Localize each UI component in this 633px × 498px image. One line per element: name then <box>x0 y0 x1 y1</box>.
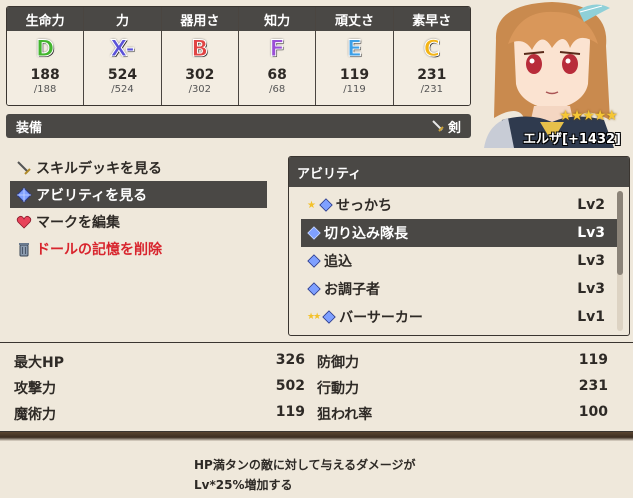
stat-label: 頑丈さ <box>316 7 393 31</box>
derived-stats-row: 魔術力 119 狙われ率 100 <box>14 401 621 427</box>
sword-icon <box>432 120 444 132</box>
stat-strength: 力 X- 524 /524 <box>84 7 162 105</box>
stat-label: 素早さ <box>393 7 470 31</box>
menu-item-view-skill-deck[interactable]: スキルデッキを見る <box>10 154 267 181</box>
stat-value: 119 <box>339 67 370 83</box>
equipment-bar: 装備 剣 <box>6 114 471 138</box>
stat-value: 231 <box>417 67 447 83</box>
rarity-stars: ★★★★★ <box>559 108 618 124</box>
grade-badge: E <box>346 37 362 63</box>
ability-level: Lv2 <box>577 197 605 213</box>
stat-value: 119 <box>275 404 305 420</box>
grade-badge: X- <box>110 37 135 63</box>
stat-label: 魔術力 <box>14 407 56 423</box>
ability-row[interactable]: 追込 Lv3 <box>301 247 617 275</box>
star-badge-icon: ★★ <box>307 312 321 322</box>
stat-label: 最大HP <box>14 355 64 371</box>
stat-label: 力 <box>84 7 161 31</box>
stat-max: /188 <box>33 84 57 95</box>
stat-value: 188 <box>30 67 60 83</box>
stat-value: 231 <box>578 378 608 394</box>
stat-label: 攻撃力 <box>14 381 56 397</box>
equipment-value: 剣 <box>431 117 461 136</box>
grade-badge: C <box>423 37 440 63</box>
menu-label: スキルデッキを見る <box>36 160 162 177</box>
ability-row[interactable]: 切り込み隊長 Lv3 <box>301 219 617 247</box>
equipment-label: 装備 <box>16 120 43 136</box>
menu-label: マークを編集 <box>36 214 120 231</box>
stat-value: 502 <box>275 378 305 394</box>
stat-dexterity: 器用さ B 302 /302 <box>161 7 239 105</box>
action-menu: スキルデッキを見る アビリティを見る マークを編集 ドールの記憶を削除 <box>10 154 267 262</box>
stat-label: 知力 <box>238 7 316 31</box>
stat-max: /119 <box>343 84 366 95</box>
ability-panel: アビリティ ★ せっかち Lv2 切り込み隊長 Lv3 追込 Lv3 お調子者 … <box>288 156 630 336</box>
ability-row[interactable]: ★ せっかち Lv2 <box>301 191 617 219</box>
stat-label: 器用さ <box>161 7 238 31</box>
ability-panel-title: アビリティ <box>289 157 629 187</box>
scrollbar-thumb[interactable] <box>617 191 623 275</box>
ability-name: バーサーカー <box>339 310 423 326</box>
stat-value: 68 <box>267 67 287 83</box>
equipment-type: 剣 <box>447 120 461 136</box>
ability-level: Lv1 <box>577 309 605 325</box>
diamond-icon <box>319 198 333 212</box>
description-line: HP満タンの敵に対して与えるダメージが <box>194 458 416 472</box>
character-name: エルザ[+1432] <box>523 132 621 147</box>
ability-level: Lv3 <box>577 281 605 297</box>
diamond-icon <box>16 186 32 203</box>
diamond-icon <box>307 282 321 296</box>
stat-value: 100 <box>578 404 608 420</box>
stat-label: 防御力 <box>317 355 359 371</box>
ability-row[interactable]: ★★ バーサーカー Lv1 <box>301 303 617 331</box>
ability-name: 追込 <box>324 254 352 270</box>
stat-value: 326 <box>275 352 305 368</box>
menu-item-delete-memory[interactable]: ドールの記憶を削除 <box>10 235 267 262</box>
character-illustration <box>484 2 614 148</box>
stat-agility: 素早さ C 231 /231 <box>393 7 470 105</box>
heart-icon <box>16 215 32 229</box>
ability-level: Lv3 <box>577 225 605 241</box>
stats-table: 生命力 D 188 /188 力 X- 524 /524 器用さ B 302 /… <box>6 6 471 106</box>
stat-value: 119 <box>578 352 608 368</box>
star-badge-icon: ★ <box>307 199 316 211</box>
grade-badge: D <box>36 37 55 63</box>
stat-max: /231 <box>420 84 444 95</box>
stat-label: 生命力 <box>7 7 84 31</box>
diamond-icon <box>307 226 321 240</box>
stat-label: 行動力 <box>317 381 359 397</box>
ability-scrollbar[interactable] <box>617 191 623 331</box>
derived-stats: 最大HP 326 防御力 119 攻撃力 502 行動力 231 魔術力 119 狙われ率… <box>0 342 633 432</box>
menu-label: アビリティを見る <box>36 187 148 204</box>
diamond-icon <box>322 310 336 324</box>
ability-row[interactable]: お調子者 Lv3 <box>301 275 617 303</box>
grade-badge: B <box>191 37 209 63</box>
trash-icon <box>19 242 29 256</box>
diamond-icon <box>307 254 321 268</box>
stat-toughness: 頑丈さ E 119 /119 <box>316 7 394 105</box>
ability-description: HP満タンの敵に対して与えるダメージが Lv*25%増加する <box>194 455 594 495</box>
stat-max: /524 <box>111 84 134 95</box>
ability-list: ★ せっかち Lv2 切り込み隊長 Lv3 追込 Lv3 お調子者 Lv3 ★★… <box>301 191 617 331</box>
menu-item-view-abilities[interactable]: アビリティを見る <box>10 181 267 208</box>
stat-intelligence: 知力 F 68 /68 <box>238 7 317 105</box>
stat-value: 302 <box>185 67 215 83</box>
ability-level: Lv3 <box>577 253 605 269</box>
stat-max: /68 <box>269 84 286 95</box>
menu-label: ドールの記憶を削除 <box>36 241 162 258</box>
stat-vitality: 生命力 D 188 /188 <box>7 7 85 105</box>
ability-name: お調子者 <box>324 282 380 298</box>
menu-item-edit-mark[interactable]: マークを編集 <box>10 208 267 235</box>
description-line: Lv*25%増加する <box>194 478 293 492</box>
ability-name: 切り込み隊長 <box>324 226 408 242</box>
grade-badge: F <box>269 37 285 63</box>
character-portrait: ★★★★★ エルザ[+1432] <box>474 0 633 148</box>
sword-icon <box>17 160 31 175</box>
ability-name: せっかち <box>335 198 392 214</box>
derived-stats-row: 最大HP 326 防御力 119 <box>14 349 621 375</box>
stat-max: /302 <box>188 84 212 95</box>
derived-stats-row: 攻撃力 502 行動力 231 <box>14 375 621 401</box>
stat-label: 狙われ率 <box>317 407 373 423</box>
stat-value: 524 <box>107 67 138 83</box>
